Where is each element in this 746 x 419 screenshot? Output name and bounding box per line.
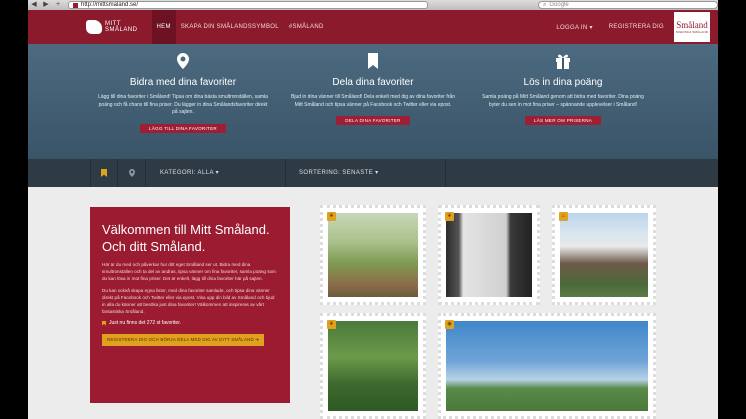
favorite-photo [446,321,648,411]
address-bar[interactable]: http://mittsmaland.se/ [68,1,428,9]
map-pin-icon [128,169,135,177]
bookmark-icon [102,320,106,326]
favorite-card[interactable]: ❦ [438,205,540,305]
add-favorites-button[interactable]: LÄGG TILL DINA FAVORITER [140,123,226,133]
map-pin-icon [177,53,189,69]
feature-title: Lös in dina poäng [523,77,603,88]
register-share-button[interactable]: REGISTRERA DIG OCH BÖRJA DELA MED DIG AV… [102,334,265,346]
nav-hashtag[interactable]: #SMÅLAND [284,10,329,44]
favorite-card[interactable]: ♨ [552,205,656,305]
favorites-count: Just nu finns det 272 st favoriter. [102,320,278,326]
favorite-photo [328,213,418,297]
bookmark-icon [101,169,107,177]
browser-window: ◀ ▶ + http://mittsmaland.se/ ⌕ Google MI… [28,0,718,419]
feature-text: Samla poäng på Mitt Småland genom att bi… [482,94,644,108]
welcome-paragraph: Här är du med och påverkar hur ditt eget… [102,262,276,281]
brand-name: Småland [676,19,708,30]
food-icon: ♨ [559,212,568,221]
favorite-card[interactable]: ◉ [438,313,656,419]
back-icon[interactable]: ◀ [28,1,40,9]
tab-map[interactable] [118,159,146,187]
filter-bar: KATEGORI: ALLA ▾ SORTERING: SENASTE ▾ [28,159,718,187]
favorites-count-text: Just nu finns det 272 st favoriter. [109,320,181,326]
welcome-panel: Välkommen till Mitt Småland. Och ditt Sm… [90,207,290,403]
bookmark-icon [368,53,378,69]
leaf-icon: ❦ [327,212,336,221]
favorite-photo [328,321,418,411]
tab-favorites-list[interactable] [90,159,118,187]
browser-toolbar: ◀ ▶ + http://mittsmaland.se/ ⌕ Google [28,0,718,10]
feature-redeem: Lös in dina poäng Samla poäng på Mitt Sm… [463,44,663,127]
favorite-card[interactable]: ❦ [320,313,426,419]
category-dropdown[interactable]: KATEGORI: ALLA ▾ [160,159,286,187]
search-placeholder: Google [549,2,569,8]
camera-icon: ◉ [445,320,454,329]
feature-text: Bjud in dina vänner till Småland! Dela e… [291,94,455,108]
search-icon: ⌕ [543,1,547,8]
add-tab-icon[interactable]: + [52,1,64,9]
main-nav: HEM SKAPA DIN SMÅLANDSSYMBOL #SMÅLAND [151,10,329,44]
feature-share: Dela dina favoriter Bjud in dina vänner … [273,44,473,127]
share-favorites-button[interactable]: DELA DINA FAVORITER [336,116,410,125]
sort-dropdown[interactable]: SORTERING: SENASTE ▾ [286,159,446,187]
feature-text: Lägg till dina favoriter i Småland! Tips… [98,94,268,115]
user-nav: LOGGA IN ▾ REGISTRERA DIG Småland SVENSK… [548,10,718,44]
feature-contribute: Bidra med dina favoriter Lägg till dina … [83,44,283,135]
feature-title: Bidra med dina favoriter [129,77,237,88]
favorite-photo [446,213,532,297]
search-input[interactable]: ⌕ Google [538,1,718,9]
hero-features: Bidra med dina favoriter Lägg till dina … [28,44,718,159]
login-dropdown[interactable]: LOGGA IN ▾ [548,24,600,31]
welcome-title-line1: Välkommen till Mitt Småland. [102,222,270,237]
feature-title: Dela dina favoriter [332,77,414,88]
nav-create-symbol[interactable]: SKAPA DIN SMÅLANDSSYMBOL [176,10,284,44]
brand-tag: SVENSKA SMÅLAND [675,29,709,34]
main-content: Välkommen till Mitt Småland. Och ditt Sm… [28,187,718,419]
smaland-brand-logo[interactable]: Småland SVENSKA SMÅLAND [672,10,712,44]
nav-home[interactable]: HEM [151,10,176,44]
welcome-title-line2: Och ditt Småland. [102,239,206,254]
favorite-card[interactable]: ❦ [320,205,426,305]
favorite-photo [560,213,648,297]
leaf-icon: ❦ [445,212,454,221]
welcome-paragraph: Du kan också skapa egna listor, med dina… [102,288,275,314]
site-header: MITT SMÅLAND HEM SKAPA DIN SMÅLANDSSYMBO… [28,10,718,44]
forward-icon[interactable]: ▶ [40,1,52,9]
register-link[interactable]: REGISTRERA DIG [601,24,672,30]
site-logo[interactable]: MITT SMÅLAND [86,20,138,34]
gift-icon [556,54,570,69]
favicon-icon [73,2,78,8]
smaland-map-icon [86,20,102,34]
url-text: http://mittsmaland.se/ [81,2,139,8]
leaf-icon: ❦ [327,320,336,329]
read-about-prizes-button[interactable]: LÄS MER OM PRISERNA [524,116,602,125]
logo-line2: SMÅLAND [105,27,138,33]
